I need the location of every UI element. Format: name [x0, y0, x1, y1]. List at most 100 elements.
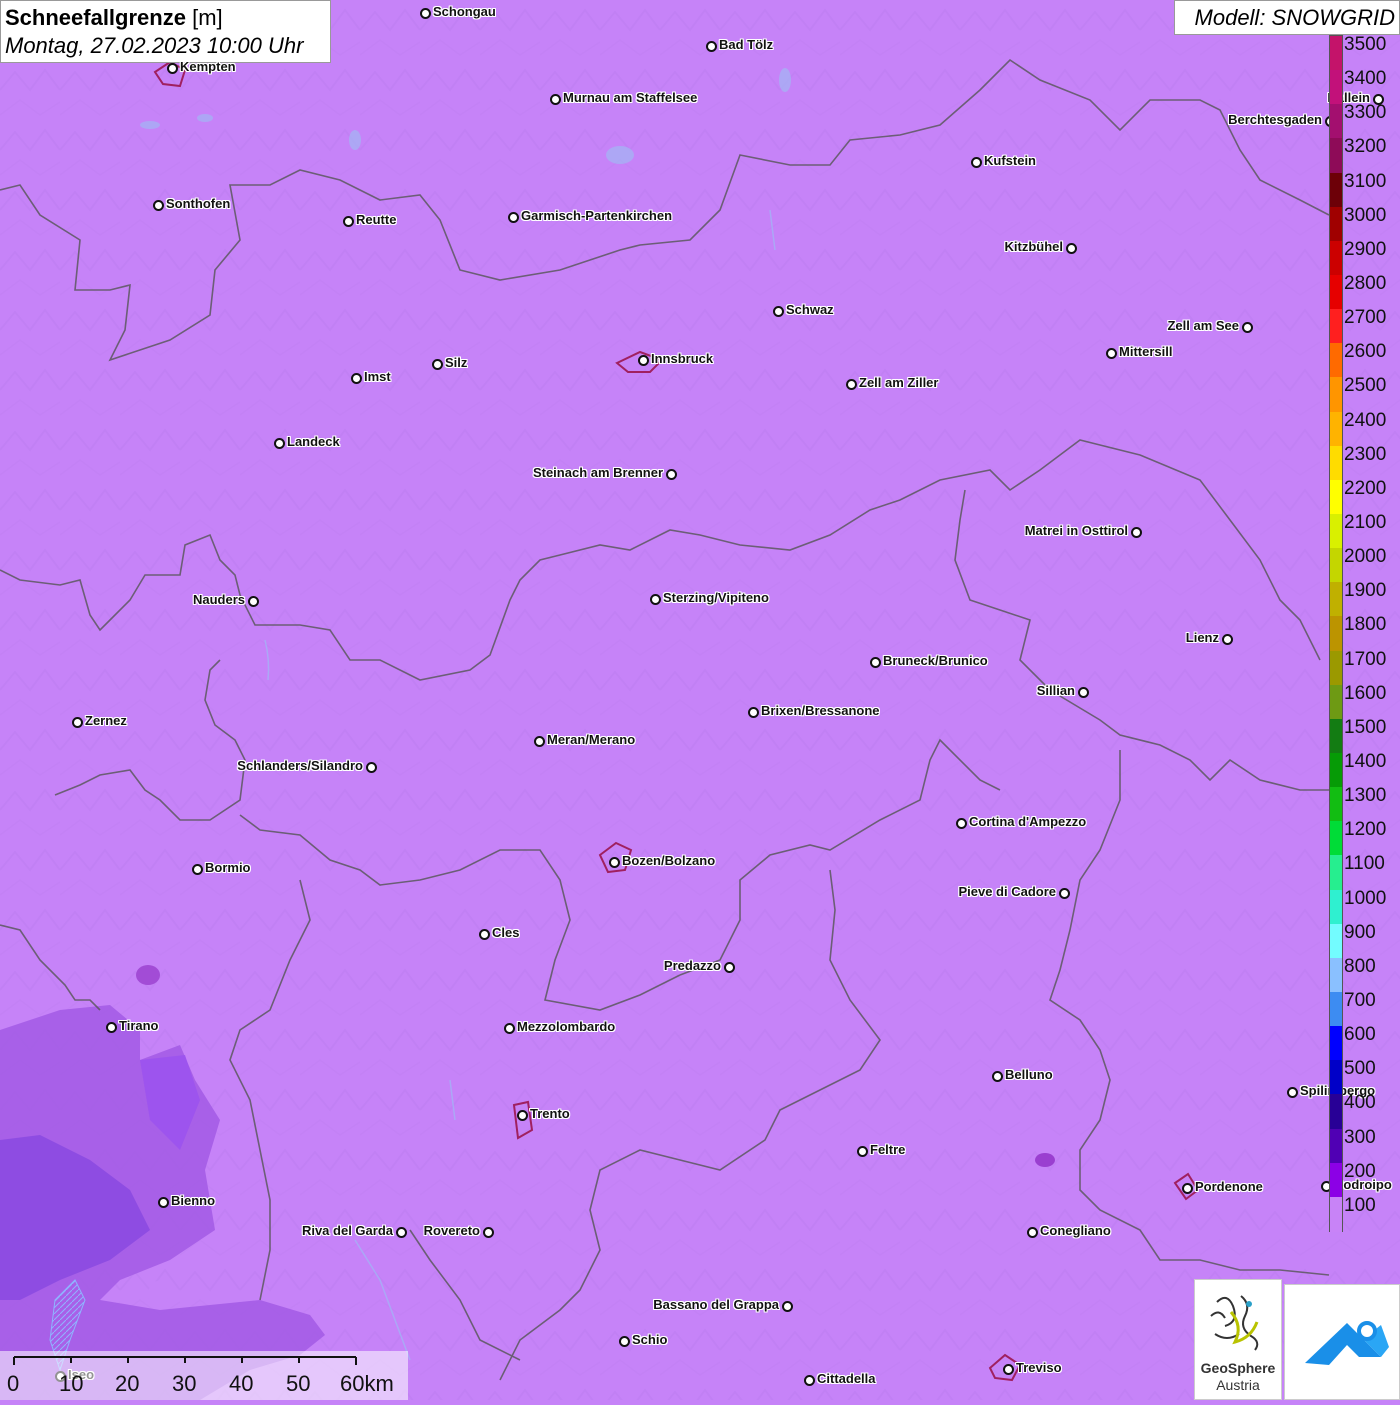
legend-swatch-3500 — [1330, 36, 1342, 71]
app-logo[interactable] — [1284, 1284, 1400, 1400]
city-marker-pieve-di-cadore[interactable] — [1059, 888, 1070, 899]
city-label-meran-merano: Meran/Merano — [547, 732, 636, 747]
city-marker-spilimbergo[interactable] — [1287, 1087, 1298, 1098]
city-marker-schlanders-silandro[interactable] — [366, 762, 377, 773]
city-marker-bad-t-lz[interactable] — [706, 41, 717, 52]
city-marker-steinach-am-brenner[interactable] — [666, 469, 677, 480]
legend-label-1800: 1800 — [1344, 614, 1387, 636]
city-marker-trento[interactable] — [517, 1110, 528, 1121]
city-marker-conegliano[interactable] — [1027, 1227, 1038, 1238]
geosphere-logo-line2: Austria — [1216, 1377, 1260, 1393]
city-marker-belluno[interactable] — [992, 1071, 1003, 1082]
legend-label-600: 600 — [1344, 1024, 1376, 1046]
city-marker-zell-am-ziller[interactable] — [846, 379, 857, 390]
map-title-box: Schneefallgrenze [m] Montag, 27.02.2023 … — [0, 0, 331, 63]
legend-label-1600: 1600 — [1344, 682, 1387, 704]
forecast-datetime: Montag, 27.02.2023 10:00 Uhr — [5, 33, 304, 58]
city-marker-pordenone[interactable] — [1182, 1183, 1193, 1194]
city-label-garmisch-partenkirchen: Garmisch-Partenkirchen — [521, 208, 673, 223]
legend-swatch-1900 — [1330, 582, 1342, 618]
map-title: Schneefallgrenze [m] — [5, 4, 326, 31]
legend-label-400: 400 — [1344, 1092, 1376, 1114]
city-marker-sterzing-vipiteno[interactable] — [650, 594, 661, 605]
scale-label-30: 30 — [172, 1371, 197, 1396]
city-label-sterzing-vipiteno: Sterzing/Vipiteno — [663, 590, 769, 605]
city-marker-schongau[interactable] — [420, 8, 431, 19]
city-label-schlanders-silandro: Schlanders/Silandro — [237, 758, 363, 773]
city-marker-rovereto[interactable] — [483, 1227, 494, 1238]
city-marker-bozen-bolzano[interactable] — [609, 857, 620, 868]
city-marker-riva-del-garda[interactable] — [396, 1227, 407, 1238]
legend-label-1200: 1200 — [1344, 819, 1387, 841]
color-legend — [1329, 35, 1343, 1232]
legend-label-3100: 3100 — [1344, 170, 1387, 192]
city-marker-bormio[interactable] — [192, 864, 203, 875]
mountain-cloud-icon — [1305, 1321, 1389, 1365]
legend-swatch-3400 — [1330, 70, 1342, 105]
city-marker-sillian[interactable] — [1078, 687, 1089, 698]
legend-swatch-2200 — [1330, 479, 1342, 515]
city-marker-lienz[interactable] — [1222, 634, 1233, 645]
legend-swatch-1300 — [1330, 787, 1342, 822]
legend-label-1700: 1700 — [1344, 648, 1387, 670]
city-marker-sonthofen[interactable] — [153, 200, 164, 211]
city-label-belluno: Belluno — [1005, 1067, 1053, 1082]
legend-swatch-2300 — [1330, 445, 1342, 481]
city-label-matrei-in-osttirol: Matrei in Osttirol — [1024, 523, 1128, 538]
city-marker-landeck[interactable] — [274, 438, 285, 449]
legend-swatch-1200 — [1330, 821, 1342, 857]
legend-label-100: 100 — [1344, 1194, 1376, 1216]
city-marker-nauders[interactable] — [248, 596, 259, 607]
city-marker-brixen-bressanone[interactable] — [748, 707, 759, 718]
legend-swatch-2500 — [1330, 377, 1342, 413]
city-label-rovereto: Rovereto — [423, 1223, 480, 1238]
city-marker-feltre[interactable] — [857, 1146, 868, 1157]
city-marker-mittersill[interactable] — [1106, 348, 1117, 359]
city-label-reutte: Reutte — [356, 212, 397, 227]
city-marker-cortina-d-ampezzo[interactable] — [956, 818, 967, 829]
city-marker-kempten[interactable] — [167, 63, 178, 74]
title-text: Schneefallgrenze — [5, 5, 186, 30]
city-marker-zell-am-see[interactable] — [1242, 322, 1253, 333]
city-marker-garmisch-partenkirchen[interactable] — [508, 212, 519, 223]
city-label-tirano: Tirano — [119, 1018, 159, 1033]
legend-label-2800: 2800 — [1344, 273, 1387, 294]
city-marker-bienno[interactable] — [158, 1197, 169, 1208]
city-label-mittersill: Mittersill — [1119, 344, 1173, 359]
city-marker-tirano[interactable] — [106, 1022, 117, 1033]
geosphere-logo[interactable]: GeoSphere Austria — [1194, 1279, 1282, 1400]
legend-swatch-1100 — [1330, 855, 1342, 891]
city-marker-schio[interactable] — [619, 1336, 630, 1347]
city-marker-innsbruck[interactable] — [638, 355, 649, 366]
legend-label-900: 900 — [1344, 921, 1376, 943]
city-marker-bassano-del-grappa[interactable] — [782, 1301, 793, 1312]
city-marker-silz[interactable] — [432, 359, 443, 370]
city-marker-kitzb-hel[interactable] — [1066, 243, 1077, 254]
city-marker-mezzolombardo[interactable] — [504, 1023, 515, 1034]
legend-label-2100: 2100 — [1344, 512, 1387, 533]
city-label-zell-am-see: Zell am See — [1167, 318, 1239, 333]
legend-label-2600: 2600 — [1344, 341, 1387, 363]
city-marker-kufstein[interactable] — [971, 157, 982, 168]
city-marker-predazzo[interactable] — [724, 962, 735, 973]
city-label-bozen-bolzano: Bozen/Bolzano — [622, 853, 716, 868]
city-marker-treviso[interactable] — [1003, 1364, 1014, 1375]
legend-swatch-2900 — [1330, 240, 1342, 276]
city-marker-zernez[interactable] — [72, 717, 83, 728]
city-marker-cles[interactable] — [479, 929, 490, 940]
city-label-bormio: Bormio — [205, 860, 251, 875]
city-marker-reutte[interactable] — [343, 216, 354, 227]
city-marker-schwaz[interactable] — [773, 306, 784, 317]
city-marker-murnau-am-staffelsee[interactable] — [550, 94, 561, 105]
scale-label-0: 0 — [7, 1371, 20, 1396]
city-marker-imst[interactable] — [351, 373, 362, 384]
city-marker-matrei-in-osttirol[interactable] — [1131, 527, 1142, 538]
city-label-trento: Trento — [530, 1106, 570, 1121]
city-label-conegliano: Conegliano — [1040, 1223, 1111, 1238]
city-label-nauders: Nauders — [192, 592, 245, 607]
city-marker-cittadella[interactable] — [804, 1375, 815, 1386]
city-marker-meran-merano[interactable] — [534, 736, 545, 747]
city-marker-bruneck-brunico[interactable] — [870, 657, 881, 668]
city-label-bruneck-brunico: Bruneck/Brunico — [883, 653, 988, 668]
legend-label-1400: 1400 — [1344, 751, 1387, 772]
